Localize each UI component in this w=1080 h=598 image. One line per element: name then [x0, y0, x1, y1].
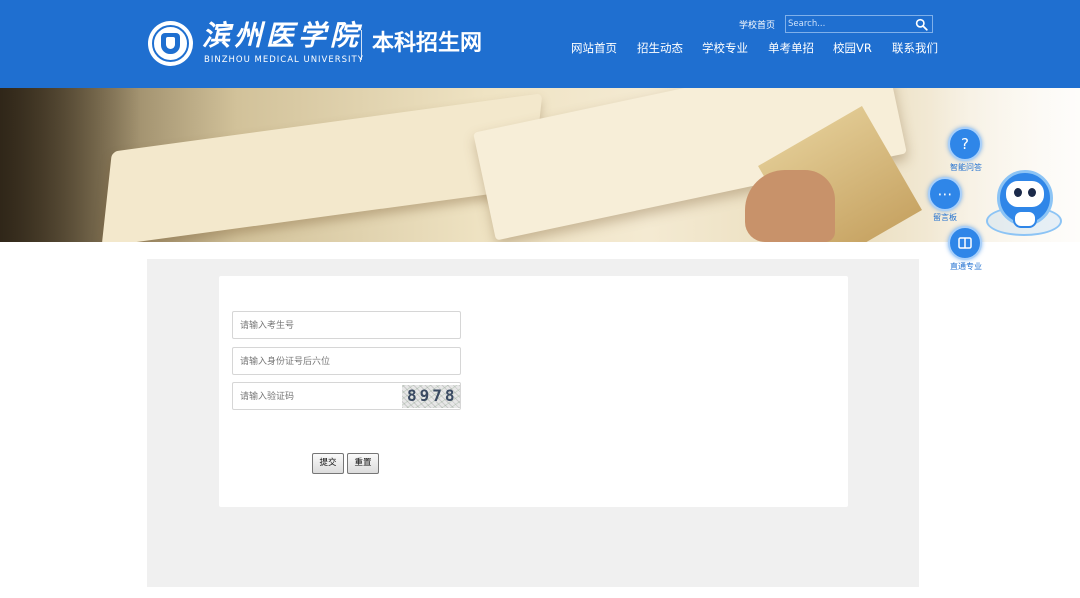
search-input[interactable] [788, 17, 908, 31]
direct-major-label[interactable]: 直通专业 [950, 261, 982, 272]
seal-emblem [161, 33, 180, 54]
search-box [785, 15, 933, 33]
id-last-six-input[interactable] [240, 354, 400, 370]
book-icon [958, 237, 972, 249]
search-icon[interactable] [915, 18, 928, 31]
captcha-image[interactable]: 8978 [402, 385, 460, 408]
nav-home[interactable]: 网站首页 [571, 40, 617, 56]
site-header: 滨州医学院 BINZHOU MEDICAL UNIVERSITY 本科招生网 学… [0, 0, 1080, 88]
university-seal-logo[interactable] [148, 21, 193, 66]
exam-number-input[interactable] [240, 318, 400, 334]
robot-assistant-icon[interactable] [986, 168, 1062, 238]
nav-contact[interactable]: 联系我们 [892, 40, 938, 56]
submit-button[interactable]: 提交 [312, 453, 344, 474]
chat-bubble-icon: ⋯ [937, 185, 953, 203]
university-name-en: BINZHOU MEDICAL UNIVERSITY [204, 55, 364, 65]
hero-banner-image [0, 88, 1080, 242]
school-home-link[interactable]: 学校首页 [739, 18, 775, 31]
nav-campus-vr[interactable]: 校园VR [833, 40, 872, 56]
captcha-code: 8978 [407, 386, 458, 405]
university-name-cn: 滨州医学院 [202, 19, 363, 52]
captcha-input[interactable] [240, 389, 400, 405]
question-icon: ? [961, 135, 969, 153]
message-board-button[interactable]: ⋯ [928, 177, 962, 211]
exam-number-field [232, 311, 461, 339]
captcha-field: 8978 [232, 382, 461, 410]
smart-qa-label[interactable]: 智能问答 [950, 162, 982, 173]
id-number-field [232, 347, 461, 375]
direct-major-button[interactable] [948, 226, 982, 260]
nav-admission-news[interactable]: 招生动态 [637, 40, 683, 56]
hand-holding-book [745, 170, 835, 242]
message-board-label[interactable]: 留言板 [933, 212, 957, 223]
reset-button[interactable]: 重置 [347, 453, 379, 474]
nav-single-exam[interactable]: 单考单招 [768, 40, 814, 56]
logo-divider [361, 30, 362, 60]
book-page-left [101, 93, 543, 242]
main-nav: 网站首页 招生动态 学校专业 单考单招 校园VR 联系我们 [560, 40, 940, 56]
site-title[interactable]: 本科招生网 [372, 28, 482, 60]
nav-majors[interactable]: 学校专业 [702, 40, 748, 56]
smart-qa-button[interactable]: ? [948, 127, 982, 161]
